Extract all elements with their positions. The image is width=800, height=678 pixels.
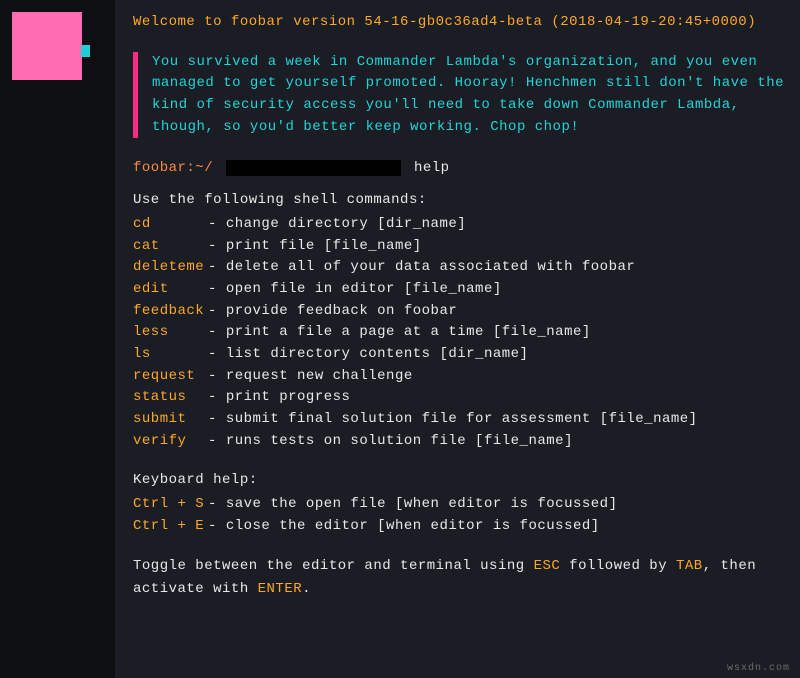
command-desc: print progress [226, 389, 351, 405]
command-name: deleteme [133, 257, 208, 279]
command-name: verify [133, 431, 208, 453]
keyboard-shortcut: Ctrl + S [133, 494, 208, 516]
command-row: edit- open file in editor [file_name] [133, 279, 790, 301]
keyboard-row: Ctrl + S- save the open file [when edito… [133, 494, 790, 516]
key-enter: ENTER [258, 581, 303, 597]
command-desc: print a file a page at a time [file_name… [226, 324, 591, 340]
sidebar [0, 0, 115, 678]
dash: - [208, 433, 226, 449]
command-name: edit [133, 279, 208, 301]
dash: - [208, 496, 226, 512]
command-desc: open file in editor [file_name] [226, 281, 502, 297]
dash: - [208, 389, 226, 405]
command-desc: runs tests on solution file [file_name] [226, 433, 573, 449]
command-row: feedback- provide feedback on foobar [133, 301, 790, 323]
command-name: cd [133, 214, 208, 236]
toggle-text: . [302, 581, 311, 597]
prompt-line: foobar:~/ help [133, 158, 790, 180]
command-name: less [133, 322, 208, 344]
command-row: cat- print file [file_name] [133, 236, 790, 258]
command-desc: delete all of your data associated with … [226, 259, 635, 275]
key-tab: TAB [676, 558, 703, 574]
command-row: cd- change directory [dir_name] [133, 214, 790, 236]
dash: - [208, 518, 226, 534]
keyboard-help-title: Keyboard help: [133, 470, 790, 492]
command-name: ls [133, 344, 208, 366]
command-desc: print file [file_name] [226, 238, 422, 254]
command-desc: provide feedback on foobar [226, 303, 457, 319]
keyboard-desc: close the editor [when editor is focusse… [226, 518, 600, 534]
help-intro: Use the following shell commands: [133, 190, 790, 212]
toggle-text: Toggle between the editor and terminal u… [133, 558, 534, 574]
command-name: cat [133, 236, 208, 258]
command-row: request- request new challenge [133, 366, 790, 388]
dash: - [208, 346, 226, 362]
keyboard-shortcut: Ctrl + E [133, 516, 208, 538]
keyboard-list: Ctrl + S- save the open file [when edito… [133, 494, 790, 537]
dash: - [208, 303, 226, 319]
dash: - [208, 216, 226, 232]
command-row: status- print progress [133, 387, 790, 409]
command-row: verify- runs tests on solution file [fil… [133, 431, 790, 453]
dash: - [208, 411, 226, 427]
command-name: submit [133, 409, 208, 431]
commands-list: cd- change directory [dir_name]cat- prin… [133, 214, 790, 453]
key-esc: ESC [534, 558, 561, 574]
command-desc: change directory [dir_name] [226, 216, 466, 232]
command-name: request [133, 366, 208, 388]
command-row: submit- submit final solution file for a… [133, 409, 790, 431]
avatar [12, 12, 82, 80]
command-row: ls- list directory contents [dir_name] [133, 344, 790, 366]
command-row: deleteme- delete all of your data associ… [133, 257, 790, 279]
command-name: status [133, 387, 208, 409]
story-quote: You survived a week in Commander Lambda'… [133, 52, 790, 139]
command-desc: list directory contents [dir_name] [226, 346, 529, 362]
toggle-text: followed by [560, 558, 676, 574]
typed-command: help [414, 160, 450, 176]
command-name: feedback [133, 301, 208, 323]
dash: - [208, 281, 226, 297]
keyboard-row: Ctrl + E- close the editor [when editor … [133, 516, 790, 538]
toggle-instructions: Toggle between the editor and terminal u… [133, 555, 790, 600]
dash: - [208, 324, 226, 340]
keyboard-desc: save the open file [when editor is focus… [226, 496, 618, 512]
redacted-path [226, 160, 401, 176]
dash: - [208, 259, 226, 275]
terminal[interactable]: Welcome to foobar version 54-16-gb0c36ad… [115, 0, 800, 678]
welcome-line: Welcome to foobar version 54-16-gb0c36ad… [133, 12, 790, 34]
dash: - [208, 368, 226, 384]
dash: - [208, 238, 226, 254]
command-desc: submit final solution file for assessmen… [226, 411, 698, 427]
shell-prompt: foobar:~/ [133, 160, 213, 176]
command-row: less- print a file a page at a time [fil… [133, 322, 790, 344]
watermark: wsxdn.com [727, 663, 790, 674]
command-desc: request new challenge [226, 368, 413, 384]
